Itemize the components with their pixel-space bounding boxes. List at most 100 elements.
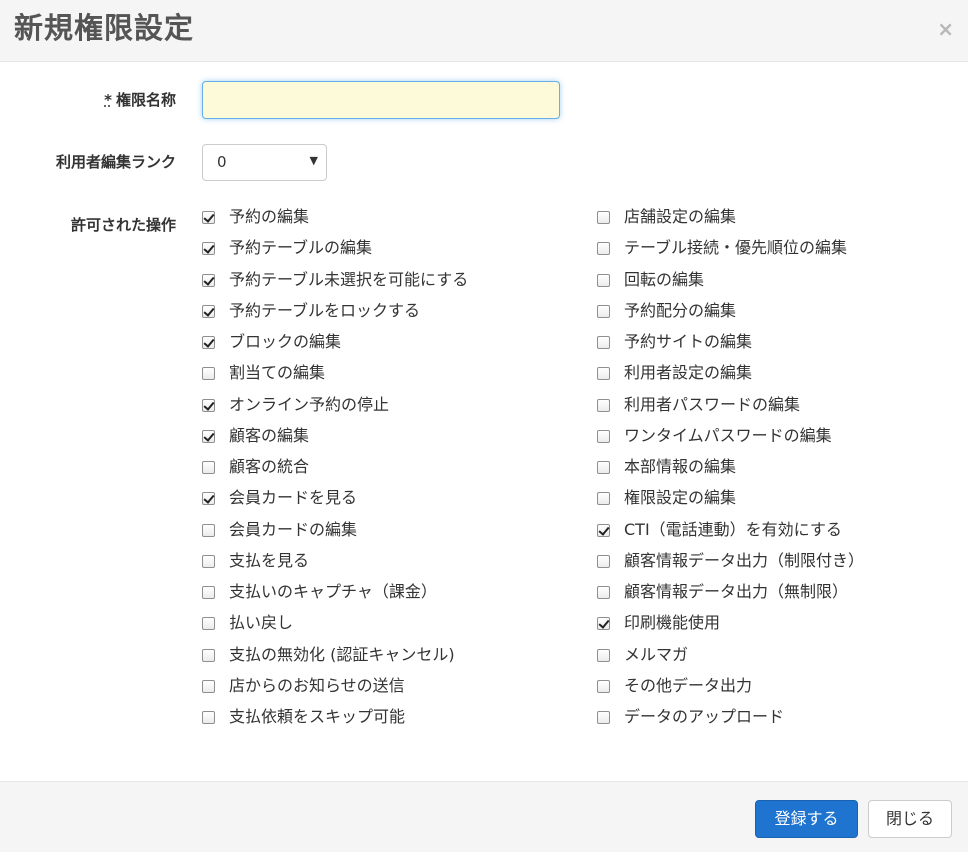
rank-select[interactable]: 0 ▼ bbox=[202, 144, 327, 181]
permission-checkbox[interactable] bbox=[202, 648, 215, 662]
permission-checkbox[interactable] bbox=[597, 523, 610, 537]
permission-item[interactable]: データのアップロード bbox=[597, 705, 784, 729]
permission-item[interactable]: 顧客情報データ出力（制限付き） bbox=[597, 549, 864, 573]
permission-checkbox[interactable] bbox=[597, 429, 610, 443]
permission-item[interactable]: オンライン予約の停止 bbox=[202, 393, 389, 417]
permission-item[interactable]: 顧客情報データ出力（無制限） bbox=[597, 580, 848, 604]
permission-label: 本部情報の編集 bbox=[624, 457, 737, 476]
permission-item[interactable]: 予約テーブルの編集 bbox=[202, 236, 372, 260]
required-mark: * bbox=[104, 91, 112, 109]
permissions-label: 許可された操作 bbox=[70, 216, 176, 234]
permission-item[interactable]: 顧客の編集 bbox=[202, 424, 309, 448]
permission-item[interactable]: メルマガ bbox=[597, 643, 688, 667]
permission-checkbox[interactable] bbox=[597, 304, 610, 318]
permission-item[interactable]: 権限設定の編集 bbox=[597, 486, 736, 510]
permission-item[interactable]: ワンタイムパスワードの編集 bbox=[597, 424, 832, 448]
permission-item[interactable]: 支払の無効化 (認証キャンセル) bbox=[202, 643, 455, 667]
permission-item[interactable]: ブロックの編集 bbox=[202, 330, 341, 354]
permission-checkbox[interactable] bbox=[202, 491, 215, 505]
permission-checkbox[interactable] bbox=[597, 366, 610, 380]
permission-checkbox[interactable] bbox=[202, 366, 215, 380]
permission-checkbox[interactable] bbox=[597, 616, 610, 630]
permission-label: テーブル接続・優先順位の編集 bbox=[624, 238, 848, 257]
permission-item[interactable]: 払い戻し bbox=[202, 611, 293, 635]
permission-checkbox[interactable] bbox=[597, 335, 610, 349]
permission-checkbox[interactable] bbox=[597, 491, 610, 505]
rank-field-label: 利用者編集ランク bbox=[55, 153, 176, 171]
permission-name-input[interactable] bbox=[202, 81, 560, 119]
permission-checkbox[interactable] bbox=[202, 585, 215, 599]
permission-item[interactable]: 店からのお知らせの送信 bbox=[202, 674, 405, 698]
permission-label: 顧客情報データ出力（無制限） bbox=[624, 582, 849, 601]
permission-checkbox[interactable] bbox=[597, 679, 610, 693]
permission-checkbox[interactable] bbox=[597, 554, 610, 568]
permission-label: 利用者パスワードの編集 bbox=[624, 395, 801, 414]
permission-label: 顧客の編集 bbox=[229, 426, 310, 445]
permission-checkbox[interactable] bbox=[202, 429, 215, 443]
permission-item[interactable]: 利用者設定の編集 bbox=[597, 361, 752, 385]
permission-item[interactable]: 支払いのキャプチャ（課金） bbox=[202, 580, 437, 604]
permission-checkbox[interactable] bbox=[597, 648, 610, 662]
permission-checkbox[interactable] bbox=[597, 585, 610, 599]
close-button[interactable]: 閉じる bbox=[868, 800, 952, 838]
permission-label: 利用者設定の編集 bbox=[624, 363, 753, 382]
permission-label: 会員カードの編集 bbox=[229, 520, 358, 539]
permission-label: その他データ出力 bbox=[624, 676, 753, 695]
close-icon[interactable]: × bbox=[937, 17, 954, 41]
permission-checkbox[interactable] bbox=[597, 398, 610, 412]
permission-label: 印刷機能使用 bbox=[624, 613, 721, 632]
permission-item[interactable]: その他データ出力 bbox=[597, 674, 752, 698]
permission-item[interactable]: 本部情報の編集 bbox=[597, 455, 736, 479]
permission-item[interactable]: CTI（電話連動）を有効にする bbox=[597, 518, 842, 542]
dialog-title: 新規権限設定 bbox=[14, 11, 195, 45]
permission-label: 顧客の統合 bbox=[229, 457, 310, 476]
permission-item[interactable]: 予約配分の編集 bbox=[597, 299, 736, 323]
permission-label: メルマガ bbox=[624, 645, 689, 664]
permission-item[interactable]: 予約の編集 bbox=[202, 205, 309, 229]
permission-label: 予約テーブルの編集 bbox=[229, 238, 373, 257]
permission-checkbox[interactable] bbox=[202, 273, 215, 287]
permission-item[interactable]: 予約テーブルをロックする bbox=[202, 299, 420, 323]
permission-item[interactable]: 店舗設定の編集 bbox=[597, 205, 736, 229]
register-button[interactable]: 登録する bbox=[755, 800, 858, 838]
permission-checkbox[interactable] bbox=[202, 616, 215, 630]
permission-checkbox[interactable] bbox=[202, 523, 215, 537]
permission-checkbox[interactable] bbox=[597, 273, 610, 287]
permission-checkbox[interactable] bbox=[202, 679, 215, 693]
permission-item[interactable]: 顧客の統合 bbox=[202, 455, 309, 479]
permission-label: 回転の編集 bbox=[624, 270, 705, 289]
permission-checkbox[interactable] bbox=[597, 241, 610, 255]
permission-checkbox[interactable] bbox=[202, 460, 215, 474]
permission-checkbox[interactable] bbox=[202, 241, 215, 255]
permission-checkbox[interactable] bbox=[202, 335, 215, 349]
permission-item[interactable]: 印刷機能使用 bbox=[597, 611, 720, 635]
permission-item[interactable]: テーブル接続・優先順位の編集 bbox=[597, 236, 847, 260]
permission-label: データのアップロード bbox=[624, 707, 785, 726]
permission-item[interactable]: 会員カードを見る bbox=[202, 486, 357, 510]
permission-checkbox[interactable] bbox=[202, 210, 215, 224]
name-field-label: * 権限名称 bbox=[0, 89, 176, 110]
permission-label: CTI（電話連動）を有効にする bbox=[624, 520, 842, 539]
chevron-down-icon: ▼ bbox=[309, 154, 318, 167]
permission-label: 支払依頼をスキップ可能 bbox=[229, 707, 406, 726]
permission-label: 予約配分の編集 bbox=[624, 301, 737, 320]
permission-item[interactable]: 予約テーブル未選択を可能にする bbox=[202, 268, 468, 292]
permission-checkbox[interactable] bbox=[202, 710, 215, 724]
permission-item[interactable]: 支払依頼をスキップ可能 bbox=[202, 705, 405, 729]
permission-item[interactable]: 支払を見る bbox=[202, 549, 309, 573]
permission-label: 会員カードを見る bbox=[229, 488, 358, 507]
permission-checkbox[interactable] bbox=[597, 710, 610, 724]
permission-label: 予約テーブルをロックする bbox=[229, 301, 421, 320]
permission-item[interactable]: 予約サイトの編集 bbox=[597, 330, 752, 354]
permission-label: 予約テーブル未選択を可能にする bbox=[229, 270, 469, 289]
permission-item[interactable]: 利用者パスワードの編集 bbox=[597, 393, 800, 417]
permission-item[interactable]: 会員カードの編集 bbox=[202, 518, 357, 542]
permission-checkbox[interactable] bbox=[202, 554, 215, 568]
permission-checkbox[interactable] bbox=[202, 304, 215, 318]
permission-item[interactable]: 割当ての編集 bbox=[202, 361, 325, 385]
permission-checkbox[interactable] bbox=[597, 210, 610, 224]
permission-item[interactable]: 回転の編集 bbox=[597, 268, 704, 292]
permission-checkbox[interactable] bbox=[202, 398, 215, 412]
permission-label: 店舗設定の編集 bbox=[624, 207, 737, 226]
permission-checkbox[interactable] bbox=[597, 460, 610, 474]
